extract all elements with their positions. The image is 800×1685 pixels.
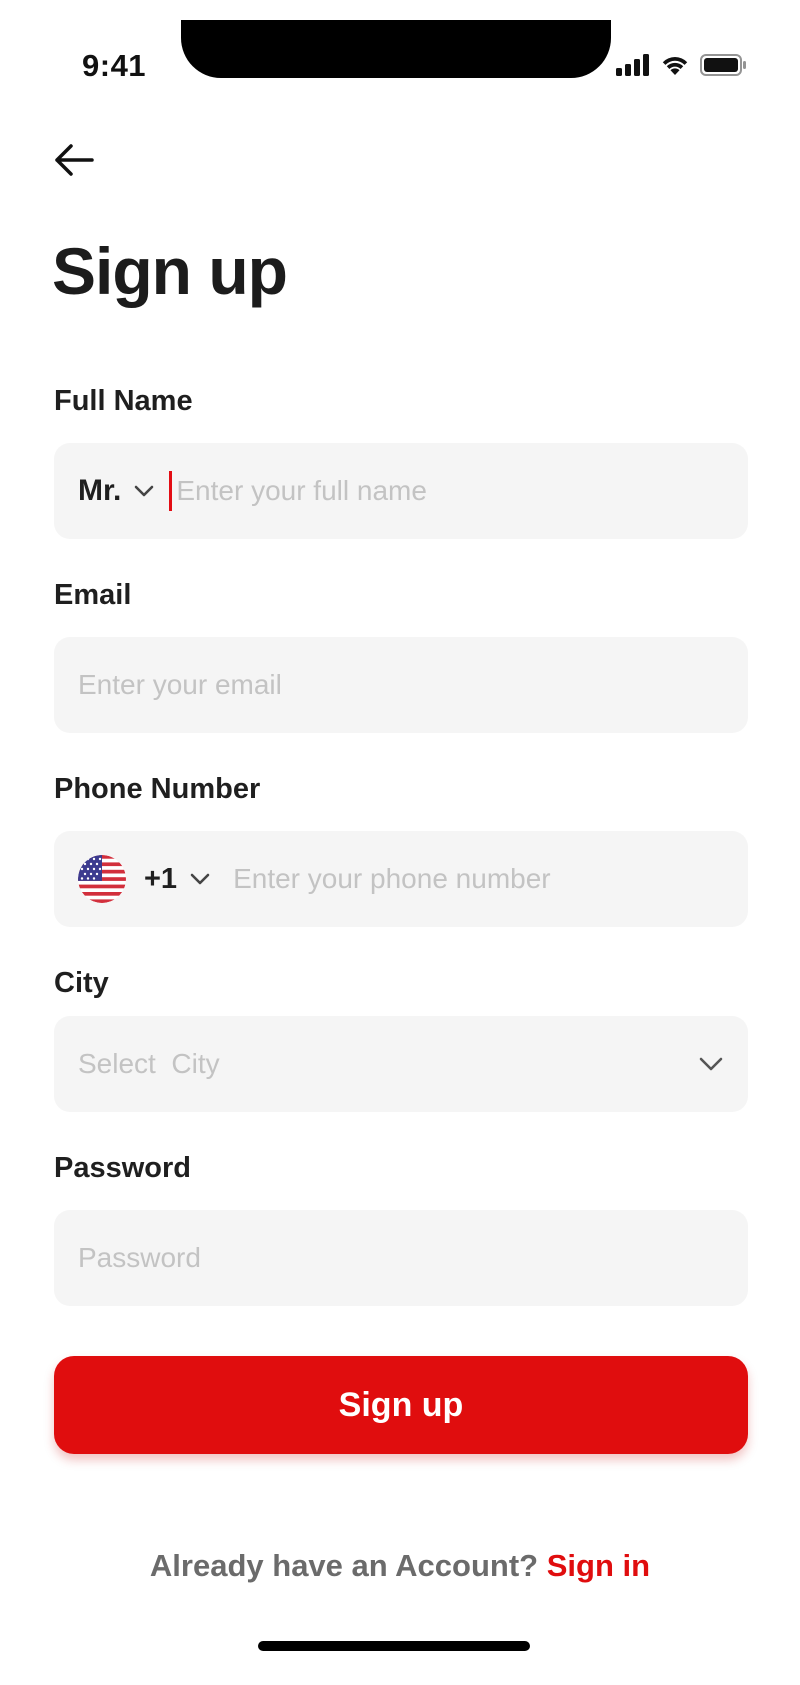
chevron-down-icon [699,1057,723,1071]
sign-in-prompt: Already have an Account? Sign in [0,1548,800,1584]
phone-input[interactable] [233,863,748,895]
sign-in-prompt-text: Already have an Account? [149,1548,539,1583]
arrow-left-icon [55,144,94,176]
status-icons [616,54,748,76]
city-select[interactable]: Select City [54,1016,748,1112]
email-field[interactable] [54,637,748,733]
status-bar: 9:41 [0,0,800,120]
home-indicator [258,1641,530,1651]
email-input[interactable] [78,669,748,701]
sign-in-link[interactable]: Sign in [547,1548,650,1583]
full-name-label: Full Name [54,385,193,417]
password-input[interactable] [78,1242,748,1274]
chevron-down-icon [135,485,154,497]
text-cursor [169,471,173,511]
full-name-field[interactable]: Mr. [54,443,748,539]
dial-code-value: +1 [144,862,178,895]
city-label: City [54,967,109,999]
phone-field[interactable]: +1 [54,831,748,927]
full-name-input[interactable] [176,475,748,507]
phone-label: Phone Number [54,773,261,805]
back-button[interactable] [52,140,96,180]
device-notch [181,20,611,78]
dial-code-select[interactable]: +1 [144,863,211,896]
city-select-placeholder: Select City [78,1048,220,1079]
email-label: Email [54,579,132,611]
title-select-value: Mr. [78,474,122,507]
page-title: Sign up [52,234,288,308]
wifi-icon [662,57,688,75]
password-field[interactable] [54,1210,748,1306]
us-flag-icon [78,855,126,903]
battery-icon [700,54,746,76]
status-time: 9:41 [82,48,147,83]
title-select[interactable]: Mr. [78,474,155,508]
password-label: Password [54,1152,191,1184]
cellular-signal-icon [616,54,649,76]
sign-up-button[interactable]: Sign up [54,1356,748,1454]
chevron-down-icon [190,873,210,885]
